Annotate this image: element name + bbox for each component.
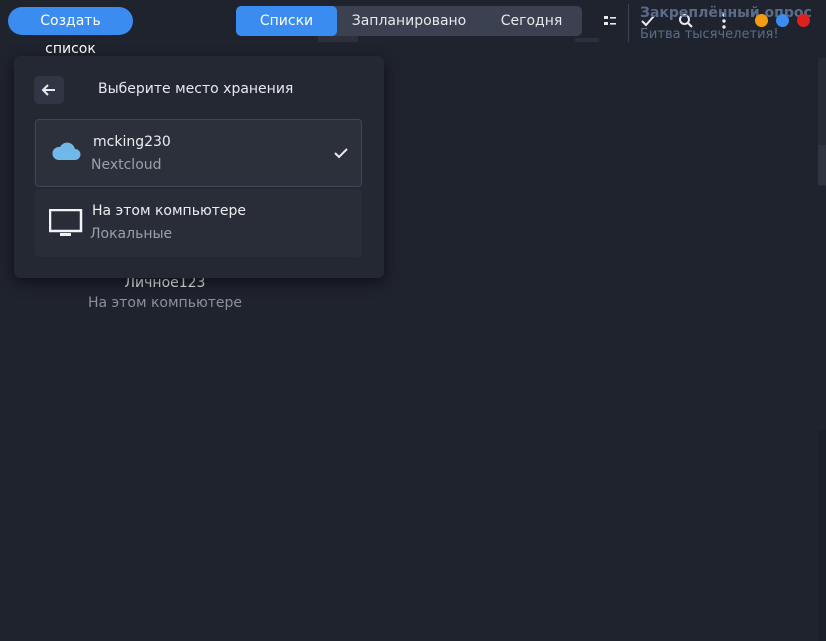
check-icon — [333, 146, 349, 164]
view-switcher: Списки Запланировано Сегодня — [236, 6, 582, 36]
tab-today[interactable]: Сегодня — [481, 6, 582, 36]
header-bar: Создать список Списки Запланировано Сего… — [0, 0, 826, 57]
storage-picker-popup: Выберите место хранения mcking230 Nextcl… — [14, 56, 384, 278]
arrow-left-icon — [41, 84, 55, 96]
storage-option-name: mcking230 — [93, 134, 171, 150]
background-chat-fragment — [818, 430, 826, 641]
storage-option-nextcloud[interactable]: mcking230 Nextcloud — [35, 119, 362, 187]
monitor-icon — [48, 208, 83, 243]
maximize-window-button[interactable] — [776, 14, 789, 27]
background-element — [318, 36, 358, 42]
list-item[interactable]: Личное123 На этом компьютере — [60, 275, 270, 311]
tab-scheduled[interactable]: Запланировано — [337, 6, 481, 36]
list-view-icon[interactable] — [600, 11, 620, 31]
storage-option-type: Nextcloud — [91, 157, 162, 173]
background-chat-fragment — [818, 145, 826, 185]
storage-option-local[interactable]: На этом компьютере Локальные — [35, 189, 362, 257]
storage-option-name: На этом компьютере — [92, 203, 247, 219]
tab-lists[interactable]: Списки — [236, 6, 337, 36]
cloud-icon — [50, 140, 82, 168]
popup-title: Выберите место хранения — [98, 81, 294, 97]
create-list-button[interactable]: Создать список — [8, 7, 133, 57]
minimize-window-button[interactable] — [755, 14, 768, 27]
storage-option-type: Локальные — [90, 226, 173, 242]
pinned-poll-subtitle: Битва тысячелетия! — [640, 27, 779, 42]
list-item-location: На этом компьютере — [87, 295, 242, 311]
back-button[interactable] — [34, 76, 64, 104]
background-element — [575, 38, 599, 42]
close-window-button[interactable] — [797, 14, 810, 27]
